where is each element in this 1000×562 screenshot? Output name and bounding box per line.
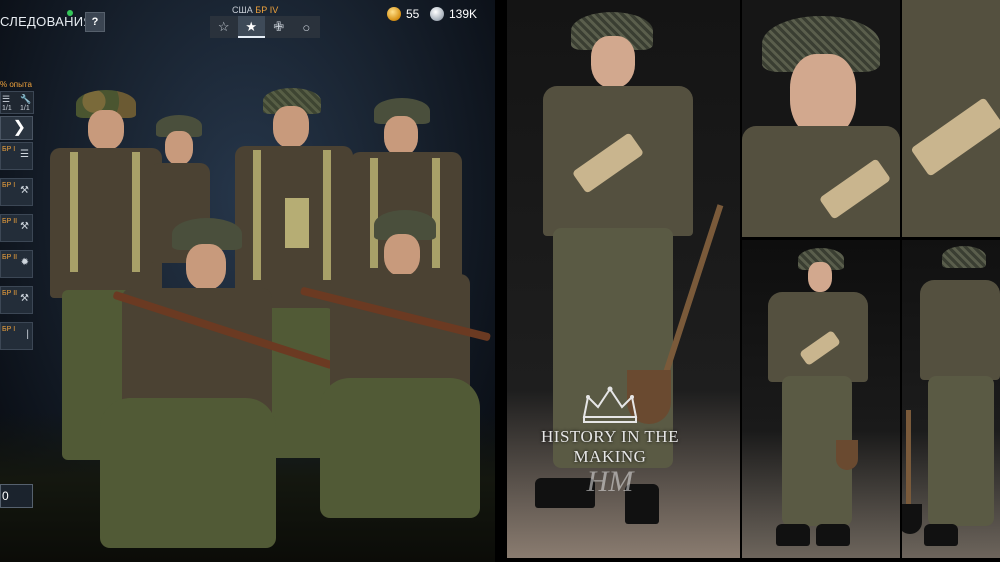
help-button[interactable]: ? <box>85 12 105 32</box>
squad-counter: ☰ 🔧 1/1 1/1 <box>0 91 34 114</box>
silver-amount: 139K <box>449 7 478 21</box>
gold-coin-icon <box>387 7 401 21</box>
squad-slot-4[interactable]: БР II ✹ <box>0 250 33 278</box>
tab-star-filled[interactable]: ★ <box>237 16 265 38</box>
slot-label: БР I <box>2 182 16 189</box>
gold-balance[interactable]: 55 <box>387 7 419 21</box>
chevron-right-icon: ❯ <box>12 119 26 136</box>
exp-label: % опыта <box>0 80 32 89</box>
star-outline-icon: ☆ <box>217 19 230 34</box>
circle-icon: ○ <box>302 19 311 35</box>
nation-label: США БР IV <box>232 5 278 15</box>
counter-b: 1/1 <box>20 105 30 112</box>
tab-star-outline[interactable]: ☆ <box>210 16 238 38</box>
wrench-icon: 🔧 <box>20 94 32 104</box>
flame-icon: ✹ <box>20 257 29 268</box>
watermark-title: HISTORY IN THE MAKING <box>541 427 679 466</box>
page-title: СЛЕДОВАНИЯ <box>0 14 94 29</box>
star-icon: ★ <box>245 19 258 34</box>
photo-full-body-back <box>902 240 1000 558</box>
slot-label: БР II <box>2 218 18 225</box>
history-in-the-making-watermark: HISTORY IN THE MAKING HM <box>515 385 705 499</box>
slot-label: БР I <box>2 326 16 333</box>
photo-full-body-front <box>742 240 900 558</box>
tab-cross[interactable]: ✙ <box>265 16 293 38</box>
photo-closeup-face <box>742 0 900 237</box>
squad-slot-5[interactable]: БР II ⚒ <box>0 286 33 314</box>
slot-label: БР II <box>2 254 18 261</box>
squad-slot-1[interactable]: БР I ☰ <box>0 142 33 170</box>
counter-a: 1/1 <box>2 105 12 112</box>
wrench-icon: ⚒ <box>20 293 29 304</box>
slot-label: БР I <box>2 146 16 153</box>
squad-slot-3[interactable]: БР II ⚒ <box>0 214 33 242</box>
list-icon: ☰ <box>20 149 29 160</box>
wrench-icon: ⚒ <box>20 185 29 196</box>
squad-slot-2[interactable]: БР I ⚒ <box>0 178 33 206</box>
silver-coin-icon <box>430 7 444 21</box>
online-indicator <box>67 10 73 16</box>
squad-slot-6[interactable]: БР I | <box>0 322 33 350</box>
expand-arrow-button[interactable]: ❯ <box>0 116 33 140</box>
tab-circle[interactable]: ○ <box>293 16 321 38</box>
crown-logo-icon <box>582 386 638 423</box>
wrench-icon: ⚒ <box>20 221 29 232</box>
photo-closeup-torso <box>902 0 1000 237</box>
knife-icon: | <box>26 329 29 340</box>
rank-tabs: ☆ ★ ✙ ○ <box>210 16 320 38</box>
cross-icon: ✙ <box>273 19 285 34</box>
game-squad-screen: СЛЕДОВАНИЯ ? США БР IV ☆ ★ ✙ ○ 55 139K %… <box>0 0 495 562</box>
slot-label: БР II <box>2 290 18 297</box>
silver-balance[interactable]: 139K <box>430 7 477 21</box>
bottom-side-button[interactable]: 0 <box>0 484 33 508</box>
nation-name: США <box>232 5 253 15</box>
list-icon: ☰ <box>2 94 11 104</box>
watermark-monogram: HM <box>586 465 634 498</box>
battle-rating: БР IV <box>255 5 279 15</box>
gold-amount: 55 <box>406 7 420 21</box>
